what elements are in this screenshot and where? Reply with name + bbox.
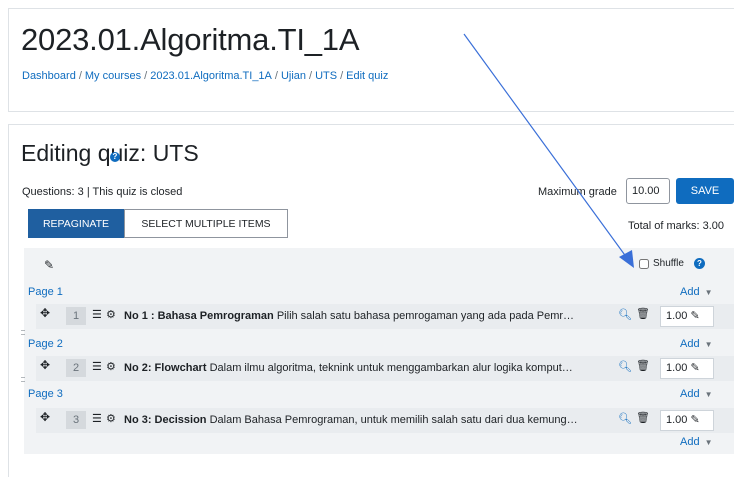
question-text[interactable]: No 3: Decission Dalam Bahasa Pemrograman… [124, 414, 610, 426]
question-row-1: ✥ 1 ☰ ⚙ No 1 : Bahasa Pemrograman Pilih … [36, 304, 734, 329]
trash-icon[interactable]: 🗑︎ [636, 307, 650, 320]
breadcrumb-my-courses[interactable]: My courses [85, 70, 141, 82]
course-title: 2023.01.Algoritma.TI_1A [21, 22, 360, 57]
question-body: Dalam Bahasa Pemrograman, untuk memilih … [209, 414, 578, 426]
question-body: Pilih salah satu bahasa pemrogaman yang … [276, 310, 575, 322]
multichoice-icon: ☰ [92, 309, 102, 321]
breadcrumb: Dashboard / My courses/2023.01.Algoritma.T… [22, 70, 389, 82]
gear-icon[interactable]: ⚙ [106, 360, 116, 373]
question-number: 1 [66, 307, 86, 325]
trash-icon[interactable]: 🗑︎ [636, 359, 650, 372]
breadcrumb-ujian[interactable]: Ujian [281, 70, 306, 82]
add-label: Add [680, 286, 700, 298]
help-icon[interactable]: ? [110, 152, 120, 162]
add-menu-page-1[interactable]: Add ▼ [680, 286, 713, 298]
question-body: Dalam ilmu algoritma, teknink untuk meng… [209, 362, 573, 374]
magnifier-icon[interactable]: 🔍︎ [618, 308, 632, 321]
question-mark[interactable]: 1.00 ✎ [660, 306, 714, 327]
question-title: No 3: Decission [124, 414, 207, 426]
question-row-2: ✥ 2 ☰ ⚙ No 2: Flowchart Dalam ilmu algor… [36, 356, 734, 381]
shuffle-control[interactable]: Shuffle ? [639, 258, 705, 269]
gear-icon[interactable]: ⚙ [106, 308, 116, 321]
breadcrumb-edit-quiz[interactable]: Edit quiz [346, 70, 388, 82]
pencil-icon: ✎ [690, 414, 700, 426]
total-marks: Total of marks: 3.00 [628, 220, 724, 232]
mark-value: 1.00 [666, 310, 688, 322]
move-icon[interactable]: ✥ [40, 410, 50, 424]
caret-down-icon: ▼ [704, 390, 713, 399]
page-break-icon[interactable]: ⎯ ⎯ [21, 327, 25, 339]
question-text[interactable]: No 1 : Bahasa Pemrograman Pilih salah sa… [124, 310, 610, 322]
question-title: No 2: Flowchart [124, 362, 207, 374]
question-mark[interactable]: 1.00 ✎ [660, 410, 714, 431]
multichoice-icon: ☰ [92, 361, 102, 373]
max-grade-input[interactable] [626, 178, 670, 204]
question-number: 3 [66, 411, 86, 429]
question-row-3: ✥ 3 ☰ ⚙ No 3: Decission Dalam Bahasa Pem… [36, 408, 734, 433]
add-menu-end[interactable]: Add ▼ [680, 436, 713, 448]
move-icon[interactable]: ✥ [40, 306, 50, 320]
move-icon[interactable]: ✥ [40, 358, 50, 372]
page-label-1: Page 1 [28, 286, 63, 298]
breadcrumb-uts[interactable]: UTS [315, 70, 337, 82]
breadcrumb-dashboard[interactable]: Dashboard [22, 70, 76, 82]
gear-icon[interactable]: ⚙ [106, 412, 116, 425]
add-label: Add [680, 436, 700, 448]
breadcrumb-course[interactable]: 2023.01.Algoritma.TI_1A [150, 70, 272, 82]
mark-value: 1.00 [666, 362, 688, 374]
add-label: Add [680, 388, 700, 400]
page-label-2: Page 2 [28, 338, 63, 350]
shuffle-help-icon[interactable]: ? [693, 258, 705, 269]
question-number: 2 [66, 359, 86, 377]
magnifier-icon[interactable]: 🔍︎ [618, 360, 632, 373]
add-label: Add [680, 338, 700, 350]
repaginate-button[interactable]: REPAGINATE [28, 209, 124, 238]
quiz-status: Questions: 3 | This quiz is closed [22, 186, 183, 198]
trash-icon[interactable]: 🗑︎ [636, 411, 650, 424]
question-mark[interactable]: 1.00 ✎ [660, 358, 714, 379]
save-button[interactable]: SAVE [676, 178, 734, 204]
add-menu-page-2[interactable]: Add ▼ [680, 338, 713, 350]
caret-down-icon: ▼ [704, 438, 713, 447]
magnifier-icon[interactable]: 🔍︎ [618, 412, 632, 425]
select-multiple-items-button[interactable]: SELECT MULTIPLE ITEMS [124, 209, 288, 238]
shuffle-label: Shuffle [653, 258, 684, 269]
max-grade-label: Maximum grade [538, 186, 617, 198]
add-menu-page-3[interactable]: Add ▼ [680, 388, 713, 400]
page-label-3: Page 3 [28, 388, 63, 400]
mark-value: 1.00 [666, 414, 688, 426]
shuffle-checkbox[interactable] [639, 258, 649, 269]
caret-down-icon: ▼ [704, 340, 713, 349]
pencil-icon: ✎ [690, 310, 700, 322]
pencil-icon[interactable]: ✎ [44, 258, 54, 272]
page-break-icon[interactable]: ⎯ ⎯ [21, 374, 25, 386]
pencil-icon: ✎ [690, 362, 700, 374]
caret-down-icon: ▼ [704, 288, 713, 297]
question-title: No 1 : Bahasa Pemrograman [124, 310, 274, 322]
multichoice-icon: ☰ [92, 413, 102, 425]
question-text[interactable]: No 2: Flowchart Dalam ilmu algoritma, te… [124, 362, 610, 374]
